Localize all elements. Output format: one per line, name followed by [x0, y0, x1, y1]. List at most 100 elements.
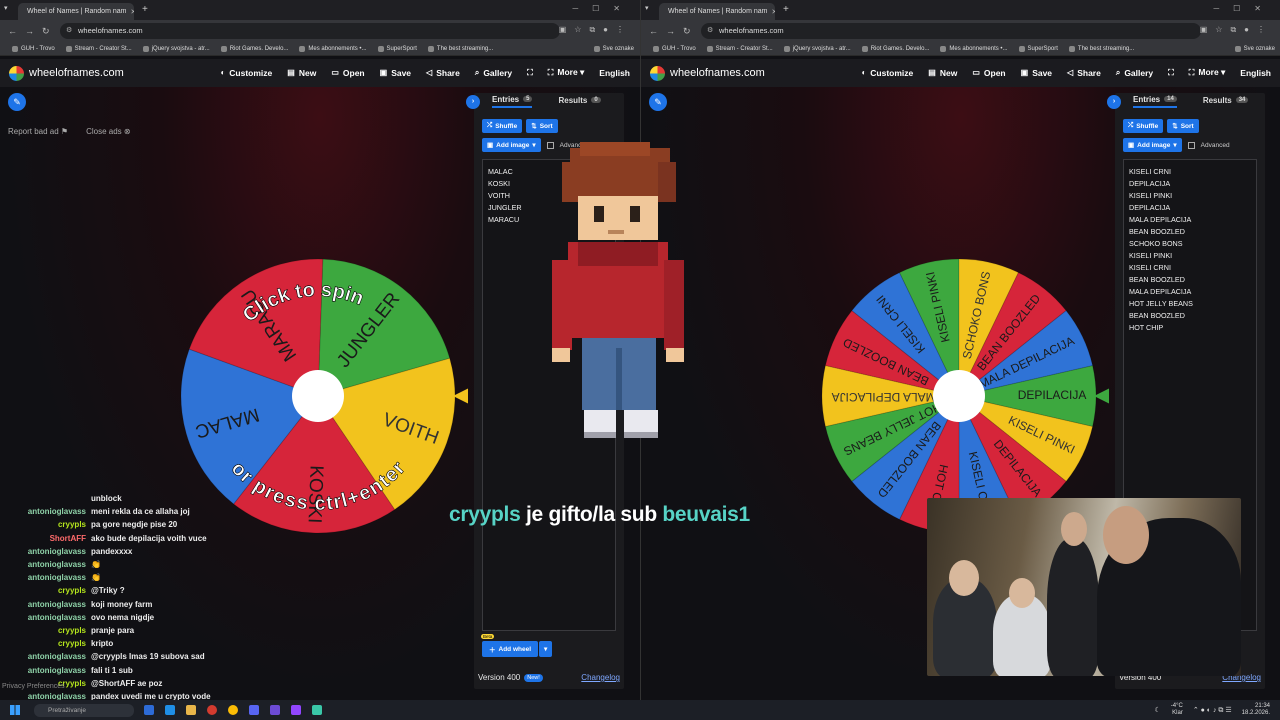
- menu-more[interactable]: ⛶ More ▾: [1189, 67, 1226, 78]
- window-controls[interactable]: ─☐✕: [1213, 4, 1275, 13]
- menu-customize[interactable]: ◐ Customize: [861, 67, 913, 78]
- menu-new[interactable]: ▤ New: [287, 67, 316, 78]
- tab-results[interactable]: Results 0: [558, 96, 601, 107]
- fullscreen-icon[interactable]: ⛶: [1168, 68, 1174, 78]
- site-info-icon[interactable]: ⚙: [66, 23, 72, 39]
- shuffle-button[interactable]: ⤮ Shuffle: [482, 119, 523, 133]
- bookmark-item[interactable]: GUH - Trovo: [653, 45, 696, 52]
- report-bad-ad-link[interactable]: Report bad ad ⚑: [8, 127, 68, 136]
- sort-button[interactable]: ⇅ Sort: [526, 119, 558, 133]
- add-image-button[interactable]: ▣ Add image ▾: [482, 138, 541, 152]
- bookmark-item[interactable]: The best streaming...: [1068, 45, 1134, 52]
- menu-customize[interactable]: ◐ Customize: [220, 67, 272, 78]
- window-controls[interactable]: ─☐✕: [572, 4, 634, 13]
- toolbar-icons[interactable]: ▣☆⧉●⋮: [559, 25, 632, 35]
- task-view-icon[interactable]: [144, 705, 154, 715]
- add-wheel-button[interactable]: ＋ Add wheel: [482, 641, 539, 657]
- tab-results[interactable]: Results 34: [1203, 96, 1249, 107]
- collapse-panel-icon[interactable]: ›: [1107, 95, 1121, 109]
- entry-line: HOT CHIP: [1129, 323, 1164, 332]
- bookmark-item[interactable]: SuperSport: [1018, 45, 1058, 52]
- bookmark-item[interactable]: Stream - Creator St...: [65, 45, 132, 52]
- edge-icon[interactable]: [165, 705, 175, 715]
- bookmark-item[interactable]: Mes abonnements •...: [299, 45, 367, 52]
- toolbar-icons[interactable]: ▣☆⧉●⋮: [1200, 25, 1273, 35]
- menu-open[interactable]: ▭ Open: [331, 67, 364, 78]
- discord-icon[interactable]: [249, 705, 259, 715]
- tab-search-icon[interactable]: ▾: [645, 4, 649, 12]
- advanced-checkbox[interactable]: [1187, 141, 1195, 149]
- url-field[interactable]: ⚙ wheelofnames.com: [60, 23, 560, 39]
- menu-save[interactable]: ▣ Save: [380, 67, 411, 78]
- obs-icon[interactable]: [312, 705, 322, 715]
- clock[interactable]: 21:34 18.2.2026.: [1242, 703, 1270, 717]
- menu-more[interactable]: ⛶ More ▾: [548, 67, 585, 78]
- weather-widget[interactable]: -4°C Klar: [1171, 703, 1183, 717]
- new-tab-icon[interactable]: +: [783, 4, 789, 15]
- bookmark-item[interactable]: Riot Games. Develo...: [861, 45, 929, 52]
- menu-save[interactable]: ▣ Save: [1021, 67, 1052, 78]
- menu-new[interactable]: ▤ New: [928, 67, 957, 78]
- bookmark-item[interactable]: Riot Games. Develo...: [220, 45, 288, 52]
- bookmark-item[interactable]: Mes abonnements •...: [940, 45, 1008, 52]
- forward-icon[interactable]: →: [666, 26, 675, 36]
- tab-wheel-of-names[interactable]: Wheel of Names | Random nam✕: [18, 3, 134, 20]
- add-wheel-dropdown[interactable]: ▾: [539, 641, 553, 657]
- menu-open[interactable]: ▭ Open: [972, 67, 1005, 78]
- edit-pencil-icon[interactable]: ✎: [8, 93, 26, 111]
- fullscreen-button[interactable]: ⛶: [1168, 67, 1174, 78]
- wheel-center[interactable]: [933, 370, 985, 422]
- close-icon[interactable]: ✕: [130, 8, 134, 16]
- menu-share[interactable]: ◁ Share: [1067, 67, 1101, 78]
- reload-icon[interactable]: ↻: [42, 26, 50, 37]
- close-ads-link[interactable]: Close ads ⊗: [86, 127, 131, 136]
- bookmark-item[interactable]: jQuery svojstva - atr...: [783, 45, 851, 52]
- tray-icons[interactable]: ⌃ ● ◐ ♪ ⧉ ☰: [1193, 706, 1232, 715]
- back-icon[interactable]: ←: [8, 26, 17, 36]
- tab-wheel-of-names[interactable]: Wheel of Names | Random nam✕: [659, 3, 775, 20]
- back-icon[interactable]: ←: [649, 26, 658, 36]
- new-tab-icon[interactable]: +: [142, 4, 148, 15]
- add-image-button[interactable]: ▣ Add image ▾: [1123, 138, 1182, 152]
- file-explorer-icon[interactable]: [186, 705, 196, 715]
- wheel-center[interactable]: [292, 370, 344, 422]
- bookmark-item[interactable]: Sve oznake: [1234, 45, 1275, 52]
- forward-icon[interactable]: →: [25, 26, 34, 36]
- teams-icon[interactable]: [270, 705, 280, 715]
- bookmark-item[interactable]: SuperSport: [377, 45, 417, 52]
- menu-english[interactable]: English: [599, 67, 630, 78]
- privacy-preferences-link[interactable]: Privacy Preferences: [2, 683, 65, 690]
- twitch-icon[interactable]: [291, 705, 301, 715]
- shuffle-button[interactable]: ⤮ Shuffle: [1123, 119, 1164, 133]
- site-logo[interactable]: wheelofnames.com: [650, 65, 765, 81]
- weather-icon[interactable]: ☾: [1154, 706, 1160, 714]
- menu-gallery[interactable]: ⌕ Gallery: [1116, 67, 1153, 78]
- fullscreen-button[interactable]: ⛶: [527, 67, 533, 78]
- bookmark-item[interactable]: Sve oznake: [593, 45, 634, 52]
- tab-search-icon[interactable]: ▾: [4, 4, 8, 12]
- opera-icon[interactable]: [207, 705, 217, 715]
- edit-pencil-icon[interactable]: ✎: [649, 93, 667, 111]
- url-field[interactable]: ⚙ wheelofnames.com: [701, 23, 1201, 39]
- sort-button[interactable]: ⇅ Sort: [1167, 119, 1199, 133]
- chrome-icon[interactable]: [228, 705, 238, 715]
- tab-entries[interactable]: Entries 14: [1133, 95, 1177, 108]
- close-icon[interactable]: ✕: [771, 8, 775, 16]
- site-info-icon[interactable]: ⚙: [707, 23, 713, 39]
- bookmark-item[interactable]: The best streaming...: [427, 45, 493, 52]
- tab-entries[interactable]: Entries 5: [492, 95, 533, 108]
- bookmark-item[interactable]: GUH - Trovo: [12, 45, 55, 52]
- changelog-link[interactable]: Changelog: [581, 673, 620, 682]
- site-logo[interactable]: wheelofnames.com: [9, 65, 124, 81]
- windows-start-icon[interactable]: [10, 705, 20, 715]
- customize-icon: ◐: [861, 68, 867, 77]
- collapse-panel-icon[interactable]: ›: [466, 95, 480, 109]
- reload-icon[interactable]: ↻: [683, 26, 691, 37]
- taskbar-search[interactable]: Pretraživanje: [34, 703, 134, 717]
- bookmark-item[interactable]: Stream - Creator St...: [706, 45, 773, 52]
- menu-share[interactable]: ◁ Share: [426, 67, 460, 78]
- fullscreen-icon[interactable]: ⛶: [527, 68, 533, 78]
- menu-gallery[interactable]: ⌕ Gallery: [475, 67, 512, 78]
- menu-english[interactable]: English: [1240, 67, 1271, 78]
- bookmark-item[interactable]: jQuery svojstva - atr...: [142, 45, 210, 52]
